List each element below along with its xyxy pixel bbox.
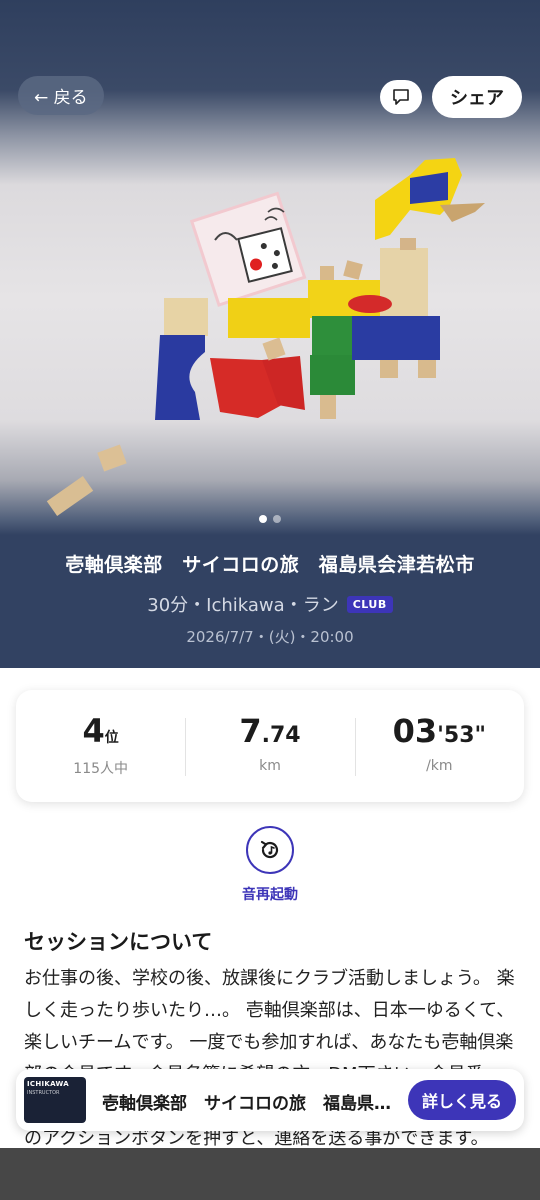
sticky-session-bar[interactable]: ICHIKAWA INSTRUCTOR 壱軸倶楽部 サイコロの旅 福島県会津若松…	[16, 1069, 524, 1131]
pace-min-mark: '	[437, 723, 444, 748]
distance-int: 7	[239, 712, 262, 750]
back-button[interactable]: ← 戻る	[18, 76, 104, 115]
bottom-overlay	[0, 1148, 540, 1200]
hero-section: ← 戻る シェア 壱軸倶楽部 サイコロの旅 福島県会津若松市 30分・Ichik…	[0, 0, 540, 668]
pace-sec-mark: "	[474, 723, 486, 748]
distance-dec: .74	[261, 723, 301, 748]
replay-icon	[260, 840, 279, 859]
rank-total: 115人中	[73, 761, 129, 777]
session-meta: 30分・Ichikawa・ラン CLUB	[0, 591, 540, 617]
comment-icon	[393, 89, 409, 105]
details-button[interactable]: 詳しく見る	[408, 1080, 516, 1120]
pace-min: 03	[392, 712, 438, 750]
sticky-thumbnail: ICHIKAWA INSTRUCTOR	[24, 1077, 86, 1123]
pace-sec: 53	[443, 723, 475, 748]
sticky-title: 壱軸倶楽部 サイコロの旅 福島県会津若松市	[102, 1094, 402, 1114]
rank-unit: 位	[104, 730, 119, 746]
carousel-indicator	[0, 515, 540, 523]
club-badge: CLUB	[346, 595, 393, 613]
pace-unit: /km	[426, 758, 453, 774]
rank-value: 4	[82, 712, 105, 750]
distance-unit: km	[259, 758, 281, 774]
session-title: 壱軸倶楽部 サイコロの旅 福島県会津若松市	[65, 554, 475, 576]
carousel-dot[interactable]	[273, 515, 281, 523]
session-date: 2026/7/7・(火)・20:00	[186, 628, 354, 646]
carousel-dot-active[interactable]	[259, 515, 267, 523]
rank-stat: 4位 115人中	[16, 690, 185, 802]
session-meta-text: 30分・Ichikawa・ラン	[147, 595, 339, 616]
thumbnail-title: ICHIKAWA	[27, 1080, 69, 1088]
thumbnail-subtitle: INSTRUCTOR	[27, 1090, 60, 1096]
voice-restart-button[interactable]	[246, 826, 294, 874]
pace-stat: 03'53" /km	[354, 690, 524, 802]
back-label: ← 戻る	[34, 88, 88, 108]
voice-restart-label[interactable]: 音再起動	[0, 884, 540, 904]
stats-card: 4位 115人中 7.74 km 03'53" /km	[16, 690, 524, 802]
share-button[interactable]: シェア	[432, 76, 522, 118]
about-heading: セッションについて	[24, 930, 213, 954]
comment-button[interactable]	[380, 80, 422, 114]
distance-stat: 7.74 km	[185, 690, 354, 802]
